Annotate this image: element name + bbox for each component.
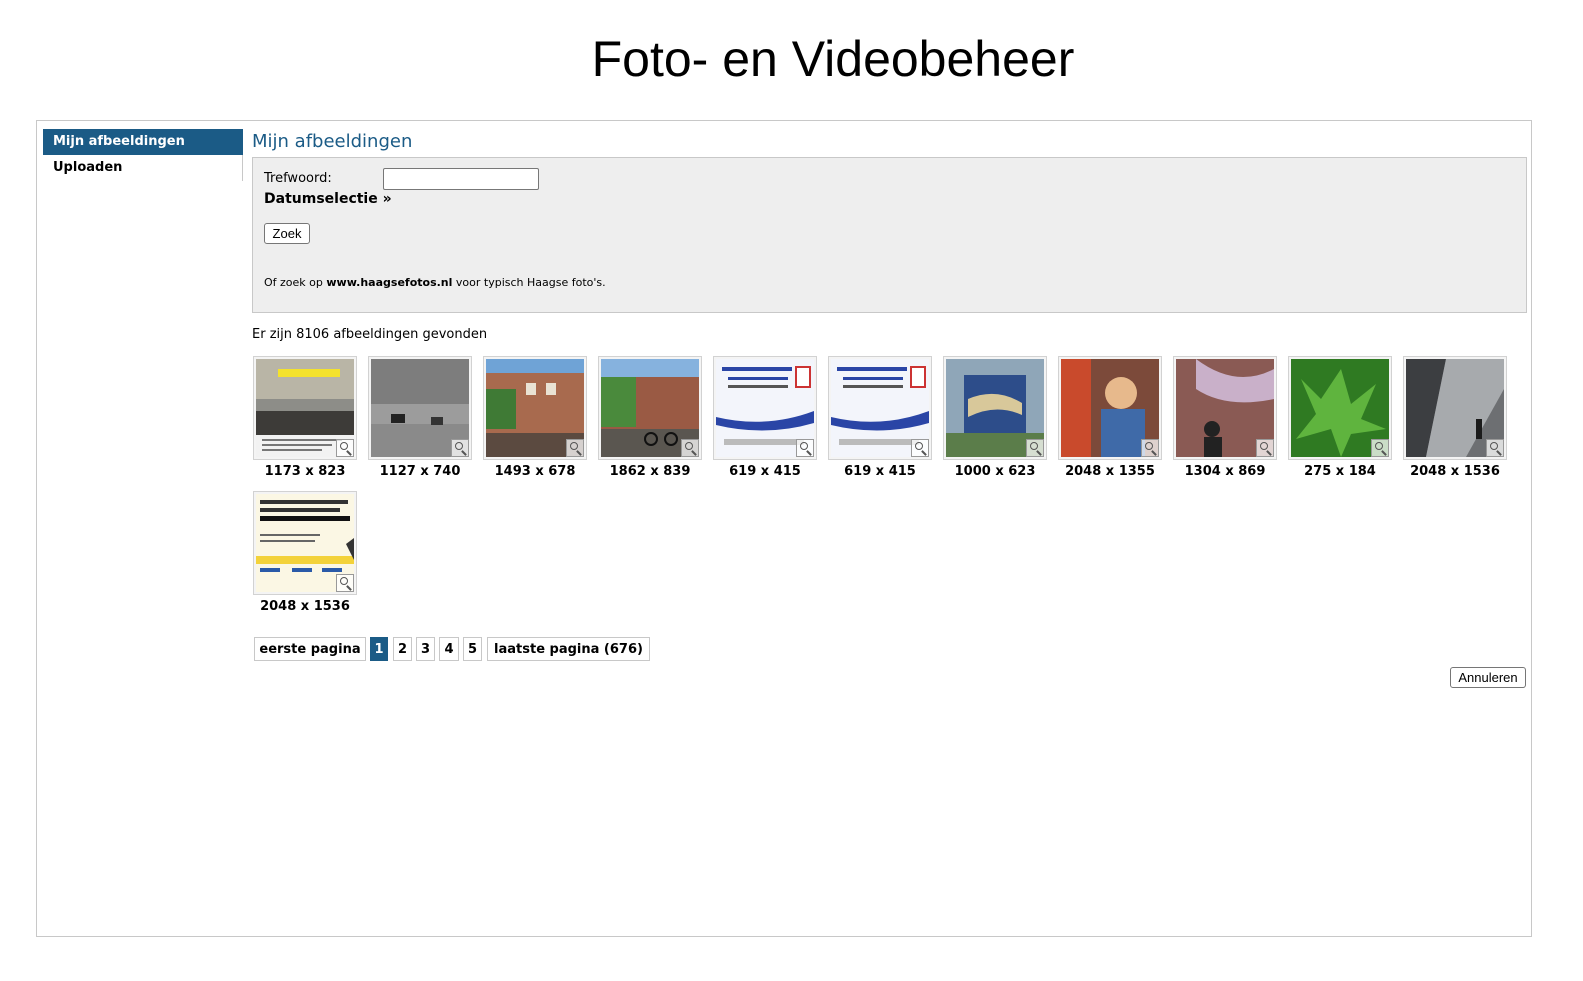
zoom-icon[interactable] <box>1026 439 1044 457</box>
image-item: 2048 x 1536 <box>252 491 358 614</box>
image-item: 2048 x 1355 <box>1057 356 1163 479</box>
section-heading: Mijn afbeeldingen <box>252 131 413 152</box>
zoom-icon[interactable] <box>451 439 469 457</box>
zoom-icon[interactable] <box>566 439 584 457</box>
image-thumbnail[interactable] <box>1058 356 1162 460</box>
image-dimensions: 619 x 415 <box>729 464 801 479</box>
sidebar: Mijn afbeeldingen Uploaden <box>43 129 243 181</box>
last-page-button[interactable]: laatste pagina (676) <box>487 637 650 661</box>
search-hint: Of zoek op www.haagsefotos.nl voor typis… <box>264 276 606 289</box>
image-dimensions: 1862 x 839 <box>609 464 691 479</box>
image-thumbnail[interactable] <box>1403 356 1507 460</box>
page-button-3[interactable]: 3 <box>416 637 435 661</box>
sidebar-item-my-images[interactable]: Mijn afbeeldingen <box>43 129 243 155</box>
image-dimensions: 1127 x 740 <box>379 464 461 479</box>
image-dimensions: 1173 x 823 <box>264 464 346 479</box>
image-thumbnail[interactable] <box>1173 356 1277 460</box>
zoom-icon[interactable] <box>681 439 699 457</box>
image-dimensions: 2048 x 1536 <box>1410 464 1500 479</box>
image-dimensions: 1493 x 678 <box>494 464 576 479</box>
page-button-1[interactable]: 1 <box>370 637 388 661</box>
main-content: Mijn afbeeldingen Trefwoord: Datumselect… <box>252 129 1527 688</box>
search-button[interactable]: Zoek <box>264 223 310 244</box>
image-item: 1862 x 839 <box>597 356 703 479</box>
image-item: 1304 x 869 <box>1172 356 1278 479</box>
hint-prefix: Of zoek op <box>264 276 323 289</box>
app-frame: Mijn afbeeldingen Uploaden Mijn afbeeldi… <box>36 120 1532 937</box>
image-dimensions: 2048 x 1536 <box>260 599 350 614</box>
image-thumbnail[interactable] <box>943 356 1047 460</box>
image-thumbnail[interactable] <box>483 356 587 460</box>
page-button-2[interactable]: 2 <box>393 637 412 661</box>
zoom-icon[interactable] <box>1486 439 1504 457</box>
image-item: 1173 x 823 <box>252 356 358 479</box>
first-page-button[interactable]: eerste pagina <box>254 637 366 661</box>
keyword-input[interactable] <box>383 168 539 190</box>
image-item: 275 x 184 <box>1287 356 1393 479</box>
page-button-4[interactable]: 4 <box>439 637 459 661</box>
image-item: 1000 x 623 <box>942 356 1048 479</box>
image-dimensions: 2048 x 1355 <box>1065 464 1155 479</box>
image-thumbnail[interactable] <box>253 356 357 460</box>
image-dimensions: 619 x 415 <box>844 464 916 479</box>
result-count: Er zijn 8106 afbeeldingen gevonden <box>252 327 488 342</box>
zoom-icon[interactable] <box>911 439 929 457</box>
image-thumbnail[interactable] <box>253 491 357 595</box>
image-thumbnail[interactable] <box>828 356 932 460</box>
sidebar-item-upload[interactable]: Uploaden <box>43 155 243 181</box>
image-item: 2048 x 1536 <box>1402 356 1508 479</box>
hint-suffix: voor typisch Haagse foto's. <box>455 276 606 289</box>
image-thumbnail[interactable] <box>1288 356 1392 460</box>
image-item: 1493 x 678 <box>482 356 588 479</box>
image-item: 1127 x 740 <box>367 356 473 479</box>
page-button-5[interactable]: 5 <box>463 637 482 661</box>
image-dimensions: 275 x 184 <box>1304 464 1376 479</box>
image-item: 619 x 415 <box>712 356 818 479</box>
zoom-icon[interactable] <box>1141 439 1159 457</box>
cancel-button[interactable]: Annuleren <box>1450 667 1526 688</box>
image-item: 619 x 415 <box>827 356 933 479</box>
keyword-label: Trefwoord: <box>264 171 332 186</box>
image-thumbnail[interactable] <box>598 356 702 460</box>
haagsefotos-link[interactable]: www.haagsefotos.nl <box>326 276 452 289</box>
image-dimensions: 1304 x 869 <box>1184 464 1266 479</box>
zoom-icon[interactable] <box>796 439 814 457</box>
zoom-icon[interactable] <box>1371 439 1389 457</box>
image-thumbnail[interactable] <box>368 356 472 460</box>
image-dimensions: 1000 x 623 <box>954 464 1036 479</box>
zoom-icon[interactable] <box>1256 439 1274 457</box>
search-panel: Trefwoord: Datumselectie » Zoek Of zoek … <box>252 157 1527 313</box>
page-title: Foto- en Videobeheer <box>591 31 1075 87</box>
zoom-icon[interactable] <box>336 574 354 592</box>
image-thumbnail[interactable] <box>713 356 817 460</box>
zoom-icon[interactable] <box>336 439 354 457</box>
date-selection-toggle[interactable]: Datumselectie » <box>264 191 392 207</box>
